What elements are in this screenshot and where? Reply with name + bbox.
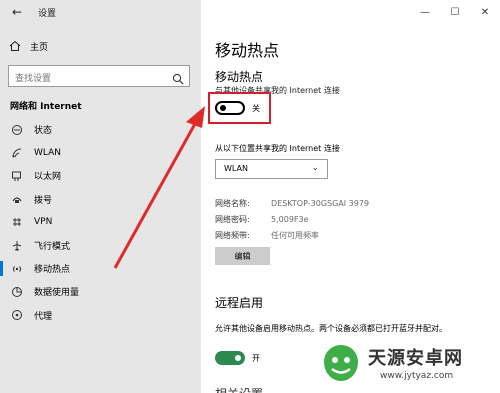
sidebar-item-data-usage[interactable]: 数据使用量 xyxy=(0,280,201,303)
sidebar-item-status[interactable]: 状态 xyxy=(0,118,201,141)
network-properties: 网络名称: DESKTOP-30GSGAI 3979 网络密码: 5,009F3… xyxy=(215,195,369,243)
highlight-box xyxy=(208,92,271,124)
home-label: 主页 xyxy=(30,42,49,53)
chevron-down-icon: ⌄ xyxy=(311,163,319,173)
search-icon[interactable] xyxy=(172,70,184,85)
close-icon[interactable]: ✕ xyxy=(470,0,500,24)
property-value: DESKTOP-30GSGAI 3979 xyxy=(271,198,370,208)
sidebar-item-label: 移动热点 xyxy=(34,265,71,276)
sidebar-item-label: VPN xyxy=(34,217,53,228)
edit-button[interactable]: 编辑 xyxy=(215,247,270,265)
property-key: 网络名称: xyxy=(215,198,250,208)
network-password-row: 网络密码: 5,009F3e xyxy=(215,211,369,227)
share-from-dropdown[interactable]: WLAN ⌄ xyxy=(215,159,328,179)
data-usage-icon xyxy=(10,285,24,299)
wifi-icon xyxy=(10,146,24,160)
sidebar: ← 设置 主页 网络和 Internet 状态 WLAN xyxy=(0,0,201,393)
related-settings-title: 相关设置 xyxy=(215,385,263,393)
remote-title: 远程启用 xyxy=(215,296,264,310)
sidebar-item-label: 状态 xyxy=(34,126,53,137)
search-input[interactable] xyxy=(9,69,169,89)
maximize-icon[interactable]: ☐ xyxy=(440,0,470,24)
airplane-icon xyxy=(10,239,24,253)
search-box[interactable] xyxy=(8,65,190,89)
home-icon xyxy=(8,39,22,53)
share-from-label: 从以下位置共享我的 Internet 连接 xyxy=(215,144,340,153)
sidebar-item-proxy[interactable]: 代理 xyxy=(0,304,201,327)
watermark-logo-icon xyxy=(324,345,358,381)
title-bar: ← 设置 xyxy=(0,0,201,24)
sidebar-item-wlan[interactable]: WLAN xyxy=(0,141,201,164)
hotspot-title: 移动热点 xyxy=(215,70,264,84)
remote-toggle-row: 开 xyxy=(215,351,260,365)
status-icon xyxy=(10,123,24,137)
sidebar-item-vpn[interactable]: VPN xyxy=(0,211,201,234)
sidebar-item-dialup[interactable]: 拨号 xyxy=(0,188,201,211)
remote-description: 允许其他设备启用移动热点。两个设备必须都已打开蓝牙并配对。 xyxy=(215,324,447,333)
hotspot-icon xyxy=(10,262,24,276)
sidebar-item-label: 以太网 xyxy=(34,172,62,183)
share-from-value: WLAN xyxy=(224,164,249,173)
sidebar-nav: 状态 WLAN 以太网 拨号 VPN 飞行模式 移动热点 数据使用量 代理 xyxy=(0,118,201,327)
sidebar-item-airplane[interactable]: 飞行模式 xyxy=(0,234,201,257)
page-title: 移动热点 xyxy=(215,41,280,60)
watermark-title: 天源安卓网 xyxy=(368,348,463,369)
network-name-row: 网络名称: DESKTOP-30GSGAI 3979 xyxy=(215,195,369,211)
sidebar-item-label: WLAN xyxy=(34,147,62,158)
property-value: 任何可用频率 xyxy=(271,230,319,240)
window-controls: — ☐ ✕ xyxy=(410,0,500,24)
property-value: 5,009F3e xyxy=(271,214,309,224)
section-title: 网络和 Internet xyxy=(10,102,82,112)
watermark: 天源安卓网 www.jytyaz.com xyxy=(320,338,500,393)
minimize-icon[interactable]: — xyxy=(410,0,440,24)
main-content: — ☐ ✕ 移动热点 移动热点 与其他设备共享我的 Internet 连接 关 … xyxy=(201,0,500,393)
proxy-icon xyxy=(10,308,24,322)
network-band-row: 网络频带: 任何可用频率 xyxy=(215,227,369,243)
home-nav-item[interactable]: 主页 xyxy=(8,38,48,54)
sidebar-item-hotspot[interactable]: 移动热点 xyxy=(0,257,201,280)
app-title: 设置 xyxy=(38,9,57,19)
watermark-url: www.jytyaz.com xyxy=(380,371,454,381)
remote-toggle-state: 开 xyxy=(252,353,260,363)
dialup-icon xyxy=(10,192,24,206)
sidebar-item-label: 代理 xyxy=(34,311,53,322)
remote-toggle[interactable] xyxy=(215,351,245,365)
sidebar-item-label: 飞行模式 xyxy=(34,242,71,253)
vpn-icon xyxy=(10,215,24,229)
property-key: 网络密码: xyxy=(215,214,250,224)
back-arrow-icon[interactable]: ← xyxy=(8,3,26,21)
toggle-knob xyxy=(235,355,241,361)
property-key: 网络频带: xyxy=(215,230,250,240)
ethernet-icon xyxy=(10,169,24,183)
sidebar-item-label: 数据使用量 xyxy=(34,288,80,299)
sidebar-item-label: 拨号 xyxy=(34,195,53,206)
sidebar-item-ethernet[interactable]: 以太网 xyxy=(0,164,201,187)
